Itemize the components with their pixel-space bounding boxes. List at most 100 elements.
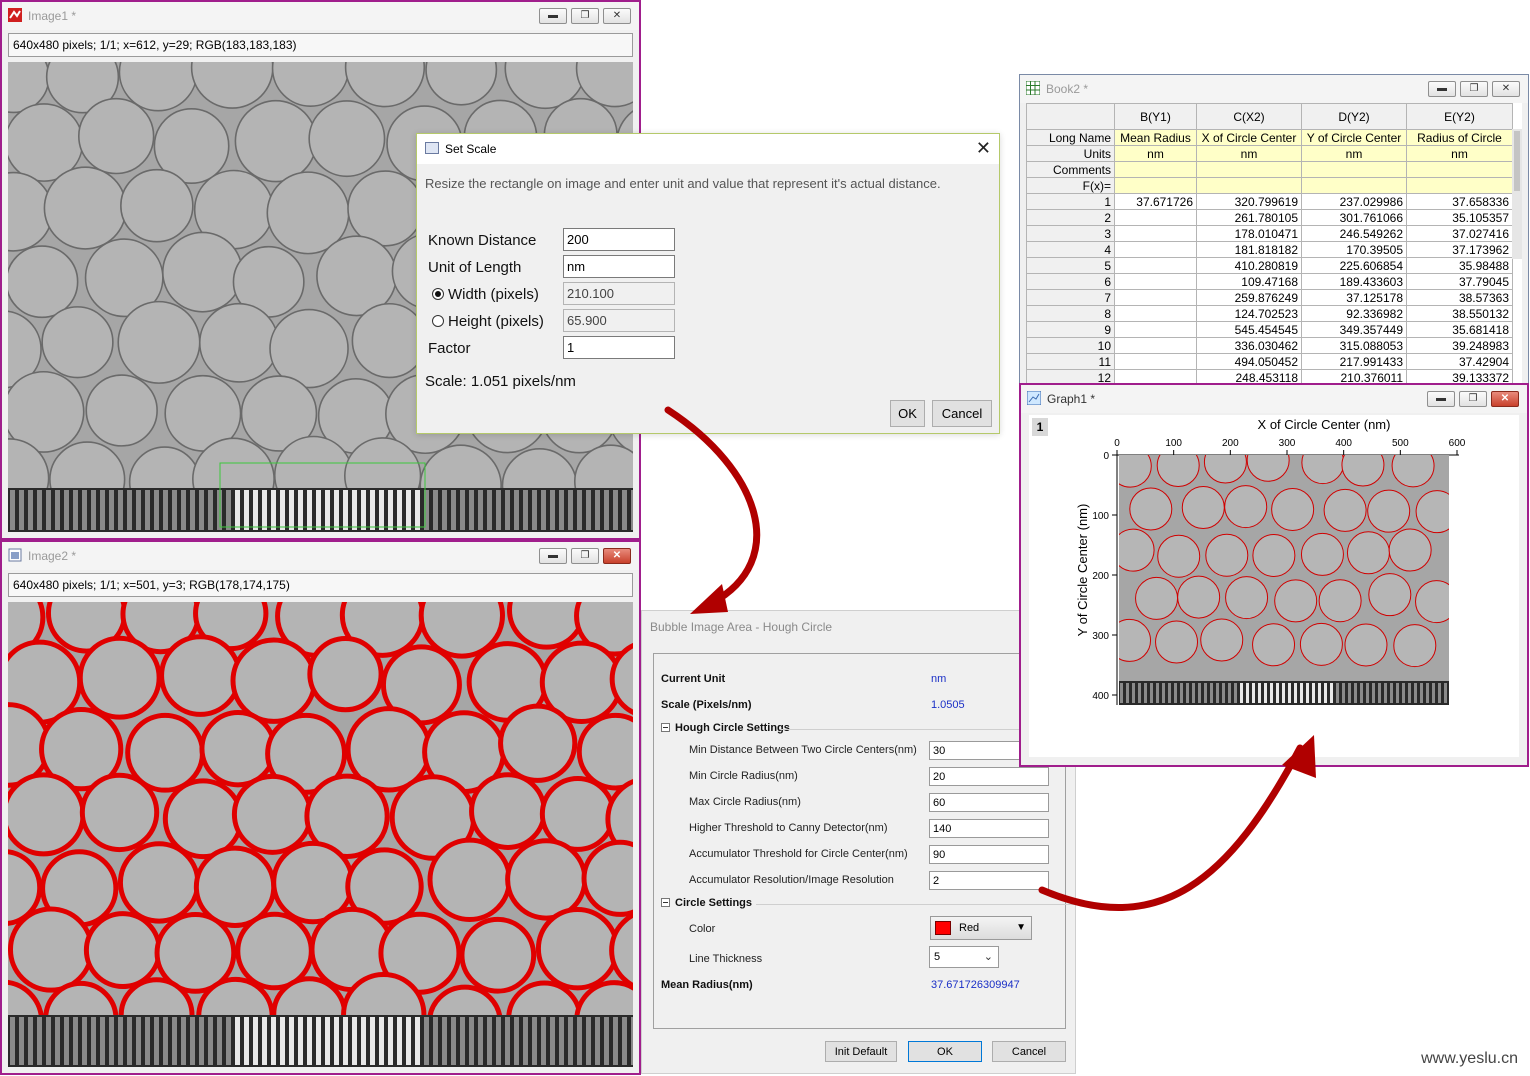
- row-header[interactable]: Long Name: [1026, 129, 1115, 146]
- close-button[interactable]: ✕: [603, 8, 631, 24]
- book2-titlebar[interactable]: Book2 * ▬ ❐ ✕: [1020, 75, 1528, 103]
- row-number[interactable]: 9: [1026, 321, 1115, 338]
- init-default-button[interactable]: Init Default: [825, 1041, 897, 1062]
- data-cell[interactable]: 494.050452: [1196, 353, 1302, 370]
- data-cell[interactable]: 189.433603: [1301, 273, 1407, 290]
- minimize-button[interactable]: ▬: [539, 8, 567, 24]
- accumulator-threshold-input[interactable]: [929, 845, 1049, 864]
- row-number[interactable]: 10: [1026, 337, 1115, 354]
- data-cell[interactable]: 92.336982: [1301, 305, 1407, 322]
- vertical-scrollbar[interactable]: [1512, 129, 1522, 259]
- image2-window[interactable]: Image2 * ▬ ❐ ✕ 640x480 pixels; 1/1; x=50…: [0, 540, 641, 1075]
- layer-index[interactable]: 1: [1032, 418, 1048, 436]
- meta-cell[interactable]: [1114, 161, 1197, 178]
- data-cell[interactable]: [1114, 321, 1197, 338]
- circle-settings-section[interactable]: Circle Settings: [661, 897, 1076, 909]
- data-cell[interactable]: 37.42904: [1406, 353, 1513, 370]
- data-cell[interactable]: 545.454545: [1196, 321, 1302, 338]
- ok-button[interactable]: OK: [890, 400, 925, 427]
- row-number[interactable]: 3: [1026, 225, 1115, 242]
- meta-cell[interactable]: Mean Radius: [1114, 129, 1197, 146]
- set-scale-titlebar[interactable]: Set Scale ✕: [417, 134, 999, 164]
- restore-button[interactable]: ❐: [571, 548, 599, 564]
- data-cell[interactable]: 37.658336: [1406, 193, 1513, 210]
- data-cell[interactable]: 37.79045: [1406, 273, 1513, 290]
- meta-cell[interactable]: nm: [1301, 145, 1407, 162]
- data-cell[interactable]: 336.030462: [1196, 337, 1302, 354]
- height-pixels-radio[interactable]: Height (pixels): [432, 313, 544, 330]
- min-radius-input[interactable]: [929, 767, 1049, 786]
- width-pixels-radio[interactable]: Width (pixels): [432, 286, 539, 303]
- ok-button[interactable]: OK: [908, 1041, 982, 1062]
- data-cell[interactable]: 410.280819: [1196, 257, 1302, 274]
- data-cell[interactable]: 124.702523: [1196, 305, 1302, 322]
- data-cell[interactable]: 320.799619: [1196, 193, 1302, 210]
- data-cell[interactable]: 37.125178: [1301, 289, 1407, 306]
- data-cell[interactable]: 225.606854: [1301, 257, 1407, 274]
- data-cell[interactable]: 178.010471: [1196, 225, 1302, 242]
- close-button[interactable]: ✕: [1492, 81, 1520, 97]
- data-cell[interactable]: 246.549262: [1301, 225, 1407, 242]
- data-cell[interactable]: 38.57363: [1406, 289, 1513, 306]
- meta-cell[interactable]: Y of Circle Center: [1301, 129, 1407, 146]
- column-header[interactable]: C(X2): [1196, 103, 1302, 130]
- row-number[interactable]: 1: [1026, 193, 1115, 210]
- column-header[interactable]: B(Y1): [1114, 103, 1197, 130]
- restore-button[interactable]: ❐: [1460, 81, 1488, 97]
- data-cell[interactable]: [1114, 225, 1197, 242]
- data-cell[interactable]: 315.088053: [1301, 337, 1407, 354]
- minimize-button[interactable]: ▬: [539, 548, 567, 564]
- image1-titlebar[interactable]: Image1 * ▬ ❐ ✕: [2, 2, 639, 30]
- data-cell[interactable]: [1114, 353, 1197, 370]
- cancel-button[interactable]: Cancel: [992, 1041, 1066, 1062]
- data-cell[interactable]: 37.173962: [1406, 241, 1513, 258]
- meta-cell[interactable]: nm: [1406, 145, 1513, 162]
- unit-length-input[interactable]: [563, 255, 675, 278]
- column-header[interactable]: D(Y2): [1301, 103, 1407, 130]
- data-cell[interactable]: 109.47168: [1196, 273, 1302, 290]
- data-cell[interactable]: 35.98488: [1406, 257, 1513, 274]
- data-cell[interactable]: 170.39505: [1301, 241, 1407, 258]
- row-number[interactable]: 8: [1026, 305, 1115, 322]
- restore-button[interactable]: ❐: [571, 8, 599, 24]
- meta-cell[interactable]: nm: [1196, 145, 1302, 162]
- data-cell[interactable]: 261.780105: [1196, 209, 1302, 226]
- meta-cell[interactable]: [1301, 161, 1407, 178]
- book2-window[interactable]: Book2 * ▬ ❐ ✕ B(Y1) C(X2) D(Y2) E(Y2) Long …: [1019, 74, 1529, 386]
- data-cell[interactable]: [1114, 257, 1197, 274]
- data-cell[interactable]: 38.550132: [1406, 305, 1513, 322]
- meta-cell[interactable]: [1114, 177, 1197, 194]
- meta-cell[interactable]: [1301, 177, 1407, 194]
- data-cell[interactable]: 39.248983: [1406, 337, 1513, 354]
- meta-cell[interactable]: [1406, 177, 1513, 194]
- row-number[interactable]: 4: [1026, 241, 1115, 258]
- column-header[interactable]: E(Y2): [1406, 103, 1513, 130]
- graph1-window[interactable]: Graph1 * ▬ ❐ ✕ 1 X of Circle Center (nm)…: [1019, 383, 1529, 767]
- data-cell[interactable]: 181.818182: [1196, 241, 1302, 258]
- data-cell[interactable]: 259.876249: [1196, 289, 1302, 306]
- accumulator-resolution-input[interactable]: [929, 871, 1049, 890]
- collapse-icon[interactable]: [661, 723, 670, 732]
- data-cell[interactable]: 37.027416: [1406, 225, 1513, 242]
- row-number[interactable]: 11: [1026, 353, 1115, 370]
- data-cell[interactable]: 37.671726: [1114, 193, 1197, 210]
- data-cell[interactable]: [1114, 289, 1197, 306]
- cancel-button[interactable]: Cancel: [932, 400, 992, 427]
- scrollbar-thumb[interactable]: [1514, 131, 1520, 191]
- close-icon[interactable]: ✕: [976, 138, 991, 159]
- data-cell[interactable]: 217.991433: [1301, 353, 1407, 370]
- data-cell[interactable]: 301.761066: [1301, 209, 1407, 226]
- meta-cell[interactable]: X of Circle Center: [1196, 129, 1302, 146]
- graph-page[interactable]: 1 X of Circle Center (nm) Y of Circle Cen…: [1029, 415, 1519, 757]
- data-cell[interactable]: [1114, 209, 1197, 226]
- data-cell[interactable]: 349.357449: [1301, 321, 1407, 338]
- image2-canvas[interactable]: [8, 602, 633, 1067]
- hough-settings-section[interactable]: Hough Circle Settings: [661, 722, 1071, 734]
- image2-titlebar[interactable]: Image2 * ▬ ❐ ✕: [2, 542, 639, 570]
- set-scale-dialog[interactable]: Set Scale ✕ Resize the rectangle on imag…: [416, 133, 1000, 434]
- data-cell[interactable]: 35.105357: [1406, 209, 1513, 226]
- max-radius-input[interactable]: [929, 793, 1049, 812]
- restore-button[interactable]: ❐: [1459, 391, 1487, 407]
- known-distance-input[interactable]: [563, 228, 675, 251]
- data-cell[interactable]: 35.681418: [1406, 321, 1513, 338]
